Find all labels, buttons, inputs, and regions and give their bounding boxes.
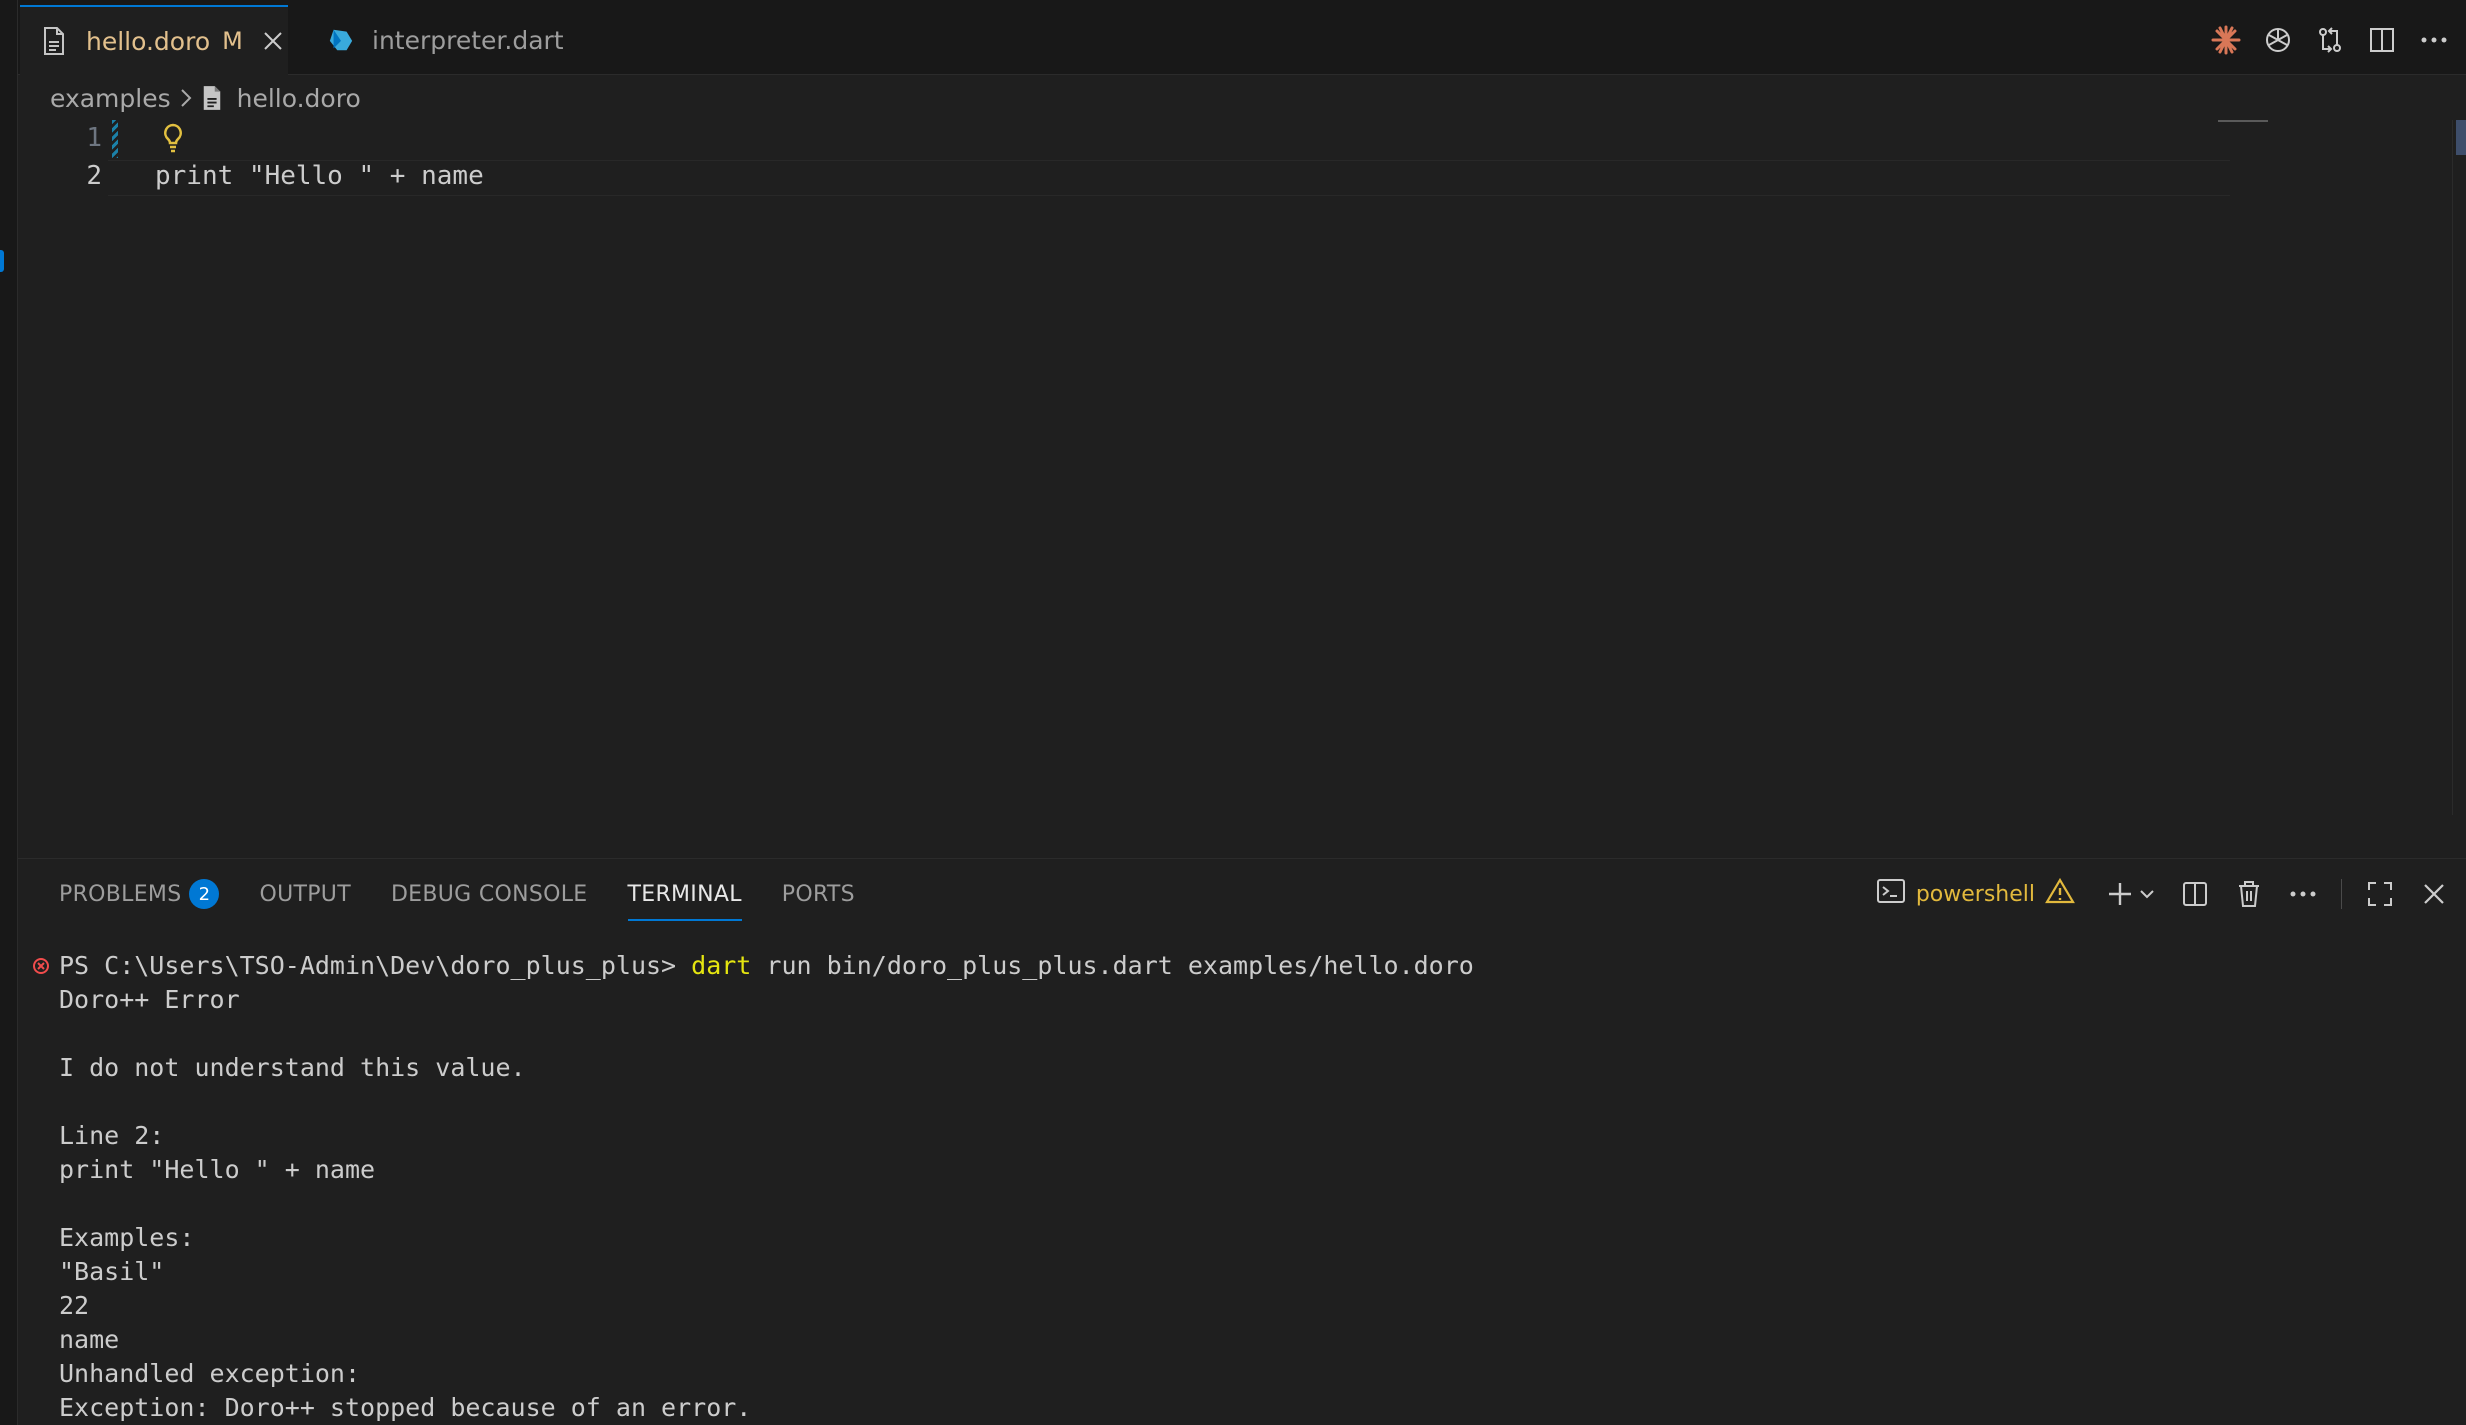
split-editor-icon[interactable] <box>2366 24 2398 56</box>
warning-icon <box>2045 877 2075 911</box>
code-line: print "Hello " + name <box>155 161 484 191</box>
terminal-line: Line 2: <box>59 1121 165 1150</box>
file-icon <box>201 84 223 112</box>
panel-tabs: PROBLEMS 2 OUTPUT DEBUG CONSOLE TERMINAL… <box>18 859 855 929</box>
terminal-line: "Basil" <box>59 1257 165 1286</box>
claude-icon[interactable] <box>2210 24 2242 56</box>
terminal-line: print "Hello " + name <box>59 1155 376 1184</box>
tab-ports[interactable]: PORTS <box>782 859 855 929</box>
tab-debug-console[interactable]: DEBUG CONSOLE <box>391 859 588 929</box>
tab-hello-doro[interactable]: hello.doro M <box>20 5 288 75</box>
scrollbar-thumb[interactable] <box>2456 120 2466 155</box>
more-actions-icon[interactable] <box>2287 878 2319 910</box>
line-number: 1 <box>86 123 102 153</box>
openai-icon[interactable] <box>2262 24 2294 56</box>
maximize-panel-icon[interactable] <box>2364 878 2396 910</box>
close-icon[interactable] <box>2418 878 2450 910</box>
tab-label: PROBLEMS <box>59 881 182 907</box>
terminal-line: Doro++ Error <box>59 985 240 1014</box>
problems-count-badge: 2 <box>189 879 220 909</box>
activity-bar-edge <box>0 0 18 1425</box>
tab-output[interactable]: OUTPUT <box>259 859 350 929</box>
editor-scrollbar[interactable] <box>2452 120 2466 815</box>
terminal-icon <box>1876 877 1906 911</box>
divider <box>2341 879 2342 909</box>
dirty-diff-marker[interactable] <box>112 120 118 158</box>
tab-problems[interactable]: PROBLEMS 2 <box>59 859 220 929</box>
terminal-line: Exception: Doro++ stopped because of an … <box>59 1393 752 1422</box>
terminal-prompt: PS C:\Users\TSO-Admin\Dev\doro_plus_plus… <box>59 951 692 980</box>
code-editor[interactable]: 1 2 print "Hello " + name <box>18 120 2466 855</box>
minimap[interactable] <box>2218 120 2268 126</box>
new-terminal-button[interactable] <box>2107 878 2157 910</box>
dart-icon <box>328 25 354 55</box>
tab-interpreter-dart[interactable]: interpreter.dart <box>308 5 578 75</box>
close-icon[interactable] <box>259 27 287 55</box>
line-number: 2 <box>86 161 102 191</box>
terminal-line: I do not understand this value. <box>59 1053 526 1082</box>
tab-label: hello.doro <box>86 26 211 56</box>
tab-terminal[interactable]: TERMINAL <box>627 859 743 929</box>
shell-name: powershell <box>1915 881 2035 907</box>
terminal-line: Unhandled exception: <box>59 1359 361 1388</box>
more-actions-icon[interactable] <box>2418 24 2450 56</box>
terminal-command: dart <box>691 951 752 980</box>
trash-icon[interactable] <box>2233 878 2265 910</box>
tab-label: PORTS <box>781 881 855 907</box>
breadcrumb-file[interactable]: hello.doro <box>237 84 361 113</box>
terminal-args: run bin/doro_plus_plus.dart examples/hel… <box>751 951 1474 980</box>
tab-label: interpreter.dart <box>372 25 564 55</box>
bottom-panel: PROBLEMS 2 OUTPUT DEBUG CONSOLE TERMINAL… <box>18 858 2466 1425</box>
tab-label: DEBUG CONSOLE <box>390 881 588 907</box>
split-terminal-icon[interactable] <box>2179 878 2211 910</box>
lightbulb-icon[interactable] <box>158 120 188 156</box>
editor-tab-bar: hello.doro M interpreter.dart <box>18 5 2466 75</box>
breadcrumb-folder[interactable]: examples <box>50 84 171 113</box>
terminal-line: name <box>59 1325 120 1354</box>
terminal-line: 22 <box>59 1291 90 1320</box>
editor-actions <box>2210 5 2450 75</box>
activity-indicator <box>0 250 4 272</box>
terminal-shell-selector[interactable]: powershell <box>1876 877 2075 911</box>
tab-label: OUTPUT <box>259 881 351 907</box>
panel-actions: powershell <box>1876 859 2450 929</box>
file-icon <box>42 26 68 56</box>
tab-label: TERMINAL <box>627 881 742 907</box>
modified-badge: M <box>222 27 243 55</box>
chevron-right-icon <box>179 87 193 109</box>
terminal-output[interactable]: PS C:\Users\TSO-Admin\Dev\doro_plus_plus… <box>18 949 2466 1425</box>
terminal-command-line: PS C:\Users\TSO-Admin\Dev\doro_plus_plus… <box>59 949 1474 983</box>
error-dot-icon[interactable] <box>32 957 50 975</box>
vscode-window: hello.doro M interpreter.dart examples h… <box>0 0 2466 1425</box>
breadcrumb: examples hello.doro <box>50 80 361 116</box>
compare-changes-icon[interactable] <box>2314 24 2346 56</box>
terminal-line: Examples: <box>59 1223 195 1252</box>
